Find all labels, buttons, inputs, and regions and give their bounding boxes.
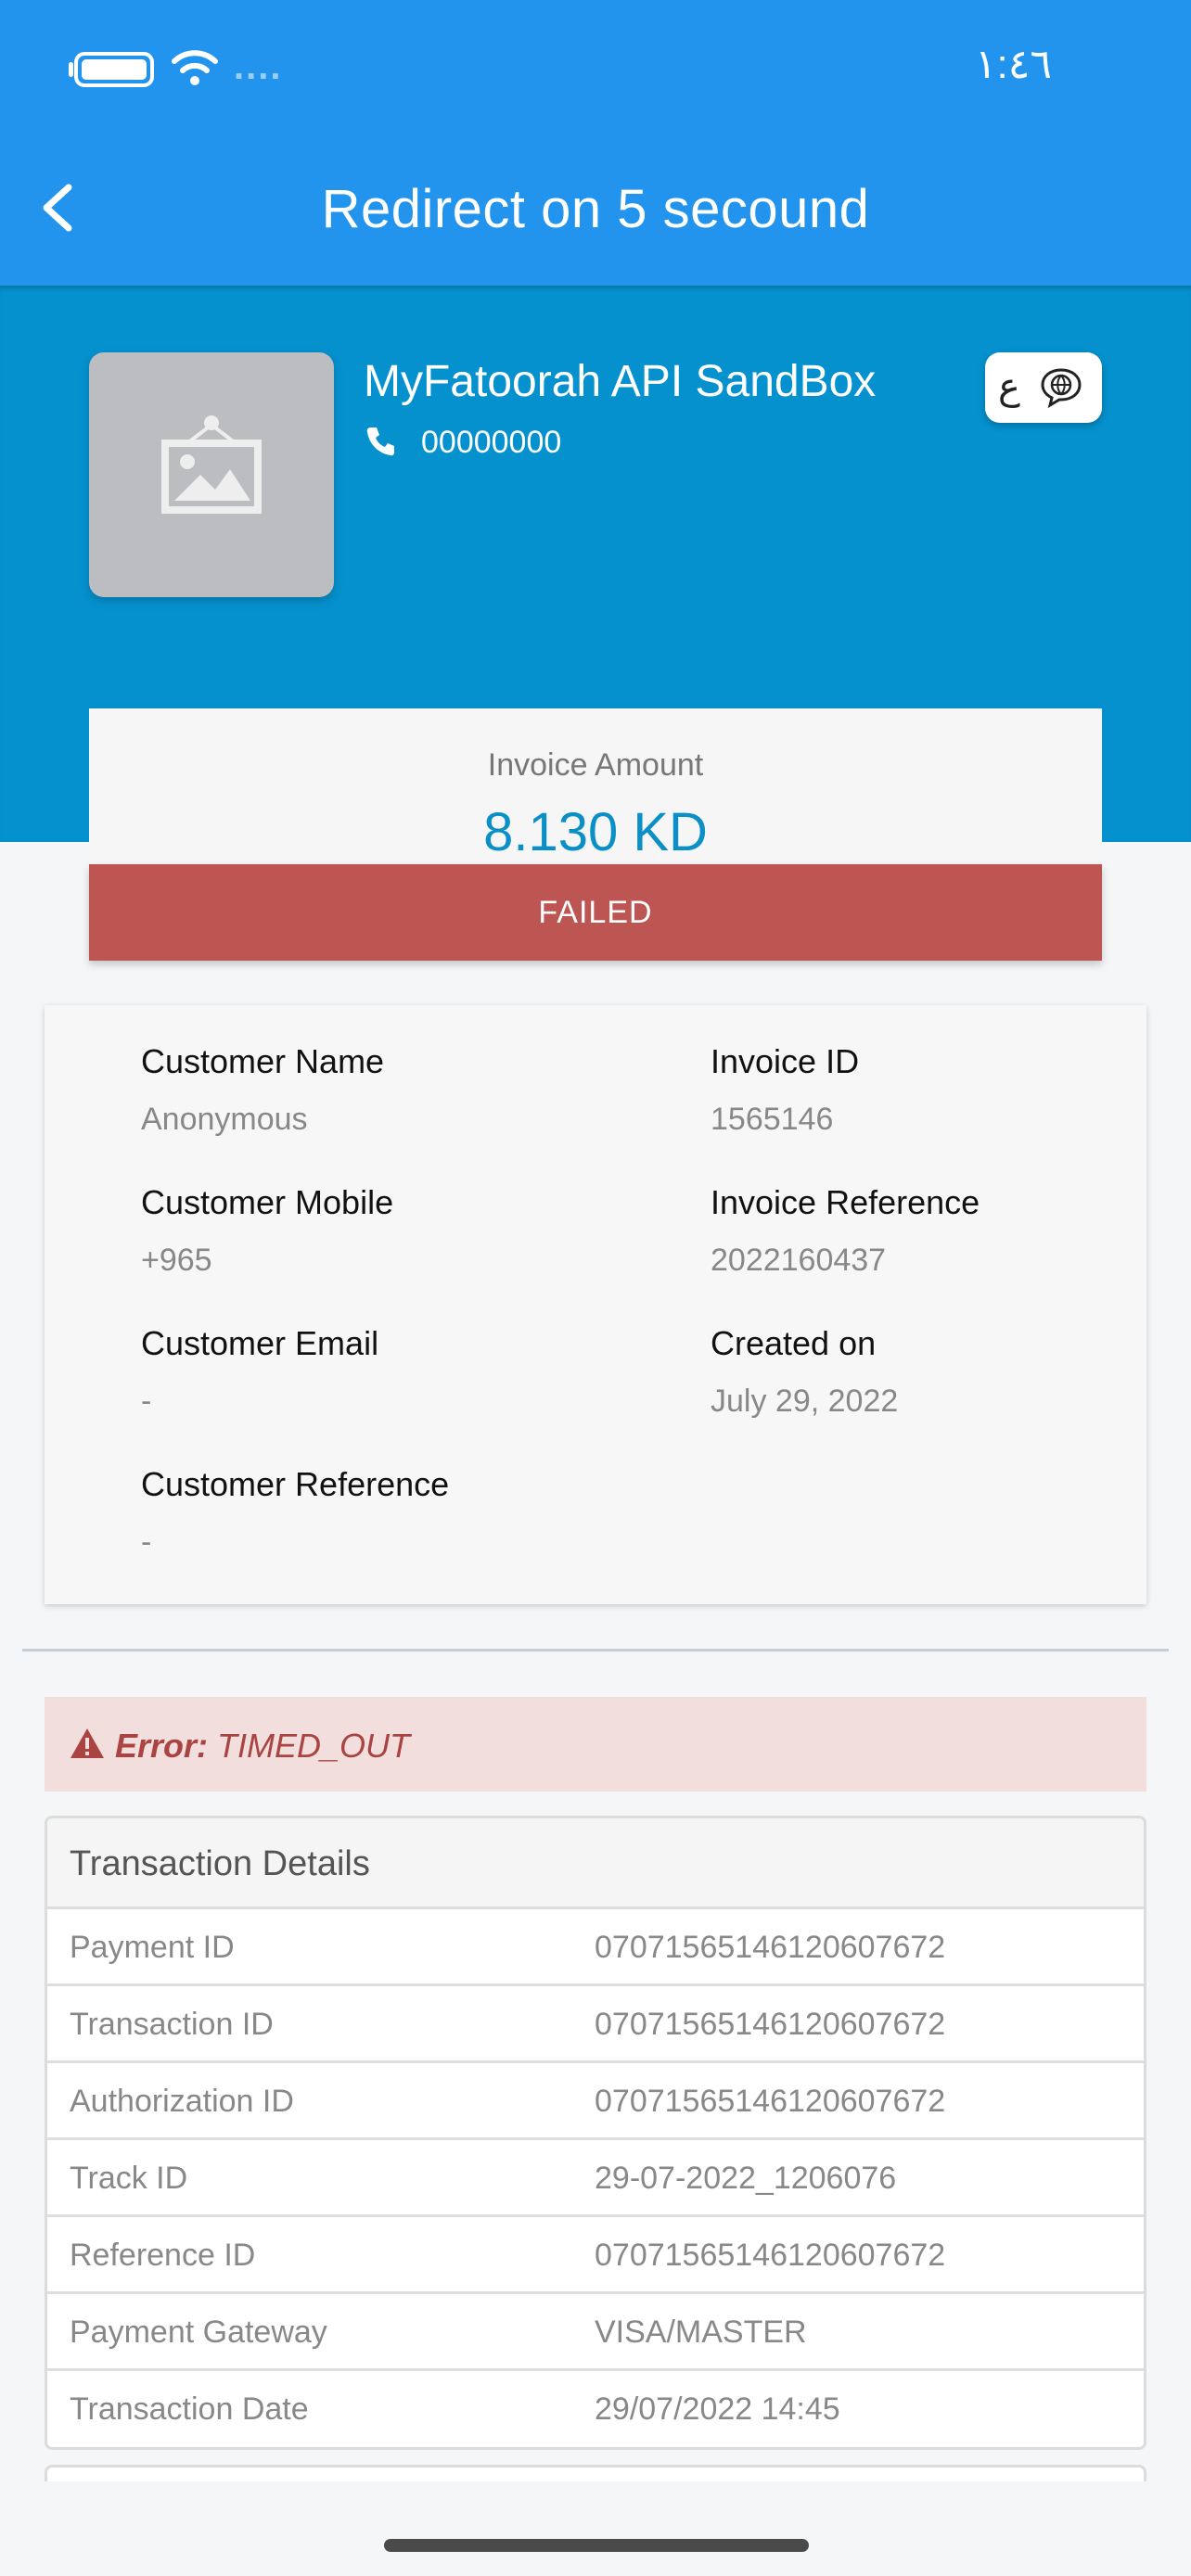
error-code: TIMED_OUT — [217, 1727, 411, 1765]
error-message: Error: TIMED_OUT — [115, 1727, 410, 1766]
field-label: Customer Mobile — [141, 1183, 394, 1221]
field-value: +965 — [141, 1243, 212, 1278]
field-value: - — [141, 1524, 152, 1560]
customer-info-card: Customer Name Anonymous Customer Mobile … — [45, 1005, 1146, 1604]
invoice-id-field: Invoice ID 1565146 — [711, 1042, 859, 1138]
row-key: Payment ID — [70, 1930, 235, 1965]
warning-icon — [70, 1728, 104, 1758]
customer-name-field: Customer Name Anonymous — [141, 1042, 384, 1138]
field-label: Customer Name — [141, 1042, 385, 1080]
field-label: Invoice ID — [711, 1042, 860, 1080]
row-value: VISA/MASTER — [595, 2315, 807, 2350]
payment-status-badge: FAILED — [89, 864, 1102, 961]
merchant-logo — [89, 352, 334, 597]
row-value: 07071565146120607672 — [595, 1930, 946, 1965]
table-row: Payment Gateway VISA/MASTER — [47, 2294, 1144, 2371]
row-value: 07071565146120607672 — [595, 2238, 946, 2273]
image-placeholder-icon — [161, 415, 262, 514]
row-value: 07071565146120607672 — [595, 2084, 946, 2119]
merchant-phone: 00000000 — [421, 425, 562, 460]
invoice-amount-card: Invoice Amount 8.130 KD — [89, 708, 1102, 864]
error-alert: Error: TIMED_OUT — [45, 1697, 1146, 1792]
field-value: 2022160437 — [711, 1243, 887, 1278]
language-letter: ع — [998, 366, 1020, 407]
next-card-edge — [45, 2465, 1146, 2483]
row-key: Payment Gateway — [70, 2315, 327, 2350]
row-key: Track ID — [70, 2161, 188, 2196]
customer-mobile-field: Customer Mobile +965 — [141, 1183, 393, 1279]
created-on-field: Created on July 29, 2022 — [711, 1324, 898, 1420]
row-value: 07071565146120607672 — [595, 2007, 946, 2042]
page-title: Redirect on 5 secound — [321, 179, 870, 239]
field-label: Invoice Reference — [711, 1183, 980, 1221]
wifi-icon — [172, 50, 218, 85]
row-value: 29/07/2022 14:45 — [595, 2391, 840, 2427]
field-label: Customer Email — [141, 1324, 379, 1362]
field-value: July 29, 2022 — [711, 1384, 899, 1419]
navigation-bar: Redirect on 5 secound — [0, 130, 1191, 286]
table-row: Transaction Date 29/07/2022 14:45 — [47, 2371, 1144, 2447]
transaction-details-card: Transaction Details Payment ID 070715651… — [45, 1816, 1146, 2450]
table-row: Payment ID 07071565146120607672 — [47, 1909, 1144, 1986]
language-toggle-button[interactable]: ع — [985, 352, 1102, 423]
row-key: Reference ID — [70, 2238, 256, 2273]
status-bar: .... ١:٤٦ — [0, 0, 1191, 130]
customer-email-field: Customer Email - — [141, 1324, 378, 1420]
language-globe-icon — [1041, 368, 1082, 408]
field-label: Created on — [711, 1324, 877, 1362]
transaction-details-title: Transaction Details — [47, 1818, 1144, 1909]
table-row: Reference ID 07071565146120607672 — [47, 2217, 1144, 2294]
table-row: Authorization ID 07071565146120607672 — [47, 2063, 1144, 2140]
error-prefix: Error: — [115, 1727, 209, 1765]
field-value: Anonymous — [141, 1102, 308, 1137]
table-row: Transaction ID 07071565146120607672 — [47, 1986, 1144, 2063]
bottom-safe-area — [0, 2481, 1191, 2576]
row-key: Transaction ID — [70, 2007, 274, 2042]
table-row: Track ID 29-07-2022_1206076 — [47, 2140, 1144, 2217]
battery-tip — [69, 62, 73, 77]
field-label: Customer Reference — [141, 1465, 450, 1503]
row-key: Transaction Date — [70, 2391, 309, 2427]
field-value: - — [141, 1384, 152, 1419]
merchant-name: MyFatoorah API SandBox — [364, 357, 877, 406]
row-key: Authorization ID — [70, 2084, 294, 2119]
status-time: ١:٤٦ — [974, 42, 1052, 87]
top-bar: .... ١:٤٦ Redirect on 5 secound — [0, 0, 1191, 286]
invoice-amount-label: Invoice Amount — [487, 747, 704, 783]
phone-icon — [366, 427, 394, 456]
field-value: 1565146 — [711, 1102, 834, 1137]
customer-reference-field: Customer Reference - — [141, 1465, 449, 1561]
home-indicator[interactable] — [384, 2539, 809, 2552]
row-value: 29-07-2022_1206076 — [595, 2161, 897, 2196]
invoice-amount-value: 8.130 KD — [483, 802, 708, 862]
carrier-signal: .... — [234, 46, 283, 87]
battery-icon — [74, 52, 154, 87]
invoice-reference-field: Invoice Reference 2022160437 — [711, 1183, 980, 1279]
section-divider — [22, 1649, 1169, 1651]
